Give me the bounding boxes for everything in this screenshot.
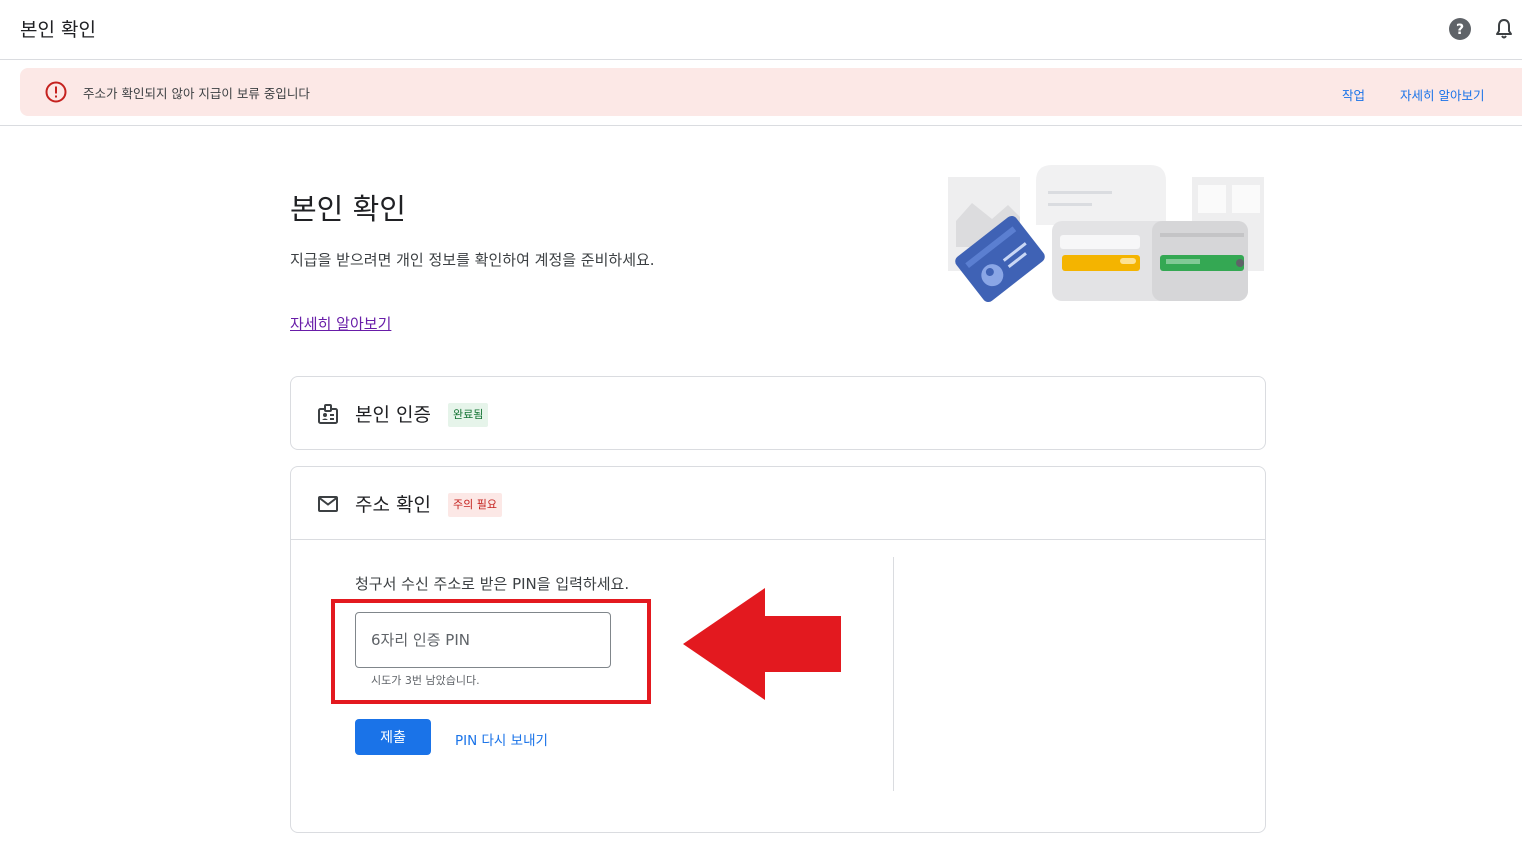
page-title: 본인 확인 (290, 192, 406, 226)
error-icon (45, 81, 67, 103)
resend-pin-link[interactable]: PIN 다시 보내기 (455, 729, 548, 749)
address-card-title: 주소 확인 (355, 494, 431, 516)
card-divider (291, 539, 1265, 540)
app-title: 본인 확인 (20, 19, 96, 41)
status-badge-complete: 완료됨 (448, 403, 489, 427)
status-badge-attention: 주의 필요 (448, 493, 502, 517)
annotation-arrow-icon (683, 588, 841, 700)
pin-prompt: 청구서 수신 주소로 받은 PIN을 입력하세요. (355, 575, 630, 593)
submit-button[interactable]: 제출 (355, 719, 431, 755)
id-badge-icon (318, 404, 338, 424)
identity-verification-card[interactable]: 본인 인증 완료됨 (290, 376, 1266, 450)
top-bar: 본인 확인 ? (0, 0, 1522, 60)
vertical-divider (893, 557, 894, 791)
learn-more-link[interactable]: 자세히 알아보기 (290, 313, 391, 334)
svg-text:?: ? (1456, 22, 1464, 38)
wallet-verification-illustration (948, 165, 1264, 303)
help-icon[interactable]: ? (1448, 17, 1472, 41)
annotation-highlight-box (331, 599, 651, 704)
alert-message: 주소가 확인되지 않아 지급이 보류 중입니다 (83, 86, 310, 101)
mail-icon (318, 496, 338, 512)
banner-learn-more-link[interactable]: 자세히 알아보기 (1400, 85, 1484, 104)
notifications-bell-icon[interactable] (1492, 17, 1516, 41)
banner-action-button[interactable]: 작업 (1342, 85, 1365, 104)
page-description: 지급을 받으려면 개인 정보를 확인하여 계정을 준비하세요. (290, 251, 655, 269)
identity-card-title: 본인 인증 (355, 404, 431, 426)
alert-banner: 주소가 확인되지 않아 지급이 보류 중입니다 작업 자세히 알아보기 (20, 68, 1522, 116)
alert-banner-container: 주소가 확인되지 않아 지급이 보류 중입니다 작업 자세히 알아보기 (0, 61, 1522, 126)
